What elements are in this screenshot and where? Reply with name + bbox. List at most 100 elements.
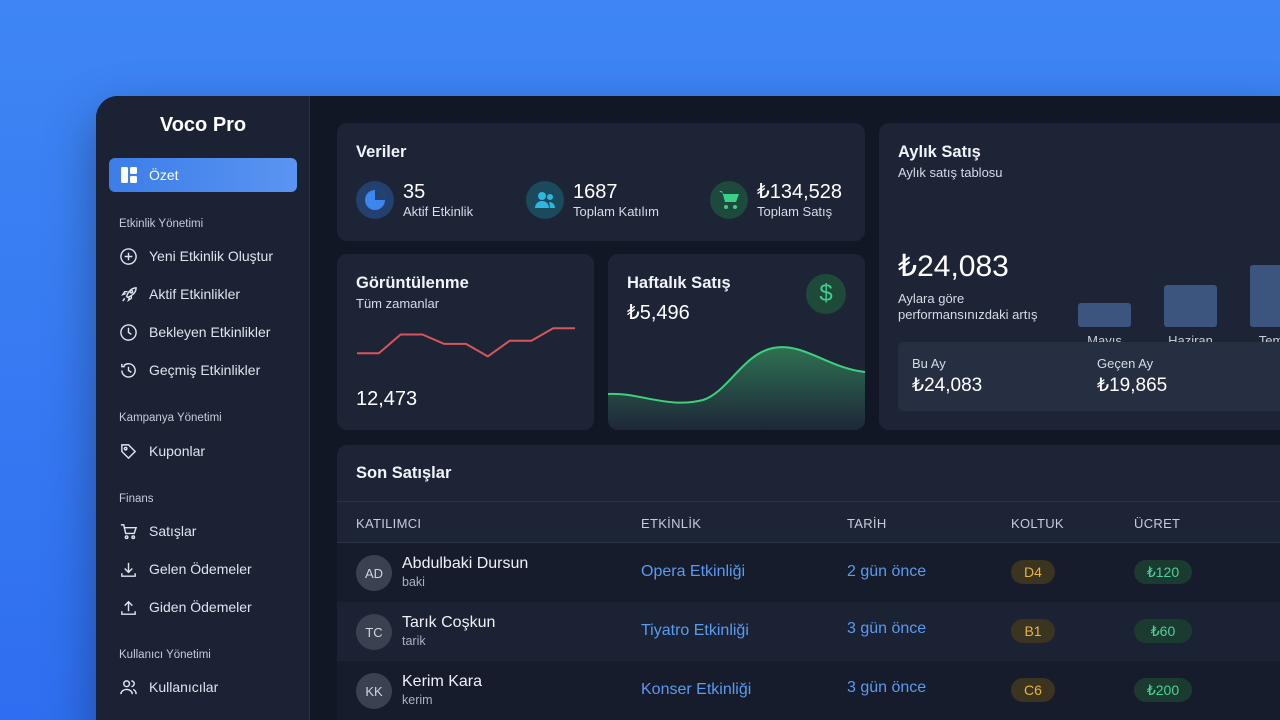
stat-toplam-katilim: 1687 Toplam Katılım <box>526 181 659 219</box>
haftalik-satis-card: Haftalık Satış ₺5,496 $ <box>608 254 865 430</box>
sidebar-item-giden-odemeler[interactable]: Giden Ödemeler <box>119 596 252 618</box>
participant-name: Tarık Coşkun <box>402 614 496 631</box>
sidebar-item-kuponlar[interactable]: Kuponlar <box>119 440 205 462</box>
tag-icon <box>121 443 137 459</box>
stat-label: Toplam Satış <box>757 203 833 219</box>
participant-username: baki <box>402 575 425 589</box>
sidebar-item-gecmis-etkinlikler[interactable]: Geçmiş Etkinlikler <box>119 359 260 381</box>
event-link[interactable]: Konser Etkinliği <box>641 681 751 699</box>
card-subtitle: Aylık satış tablosu <box>898 165 1003 180</box>
cart-icon <box>710 181 748 219</box>
sidebar-item-label: Gelen Ödemeler <box>149 561 252 577</box>
app-window: Voco Pro Özet Etkinlik Yönetimi Yeni Etk… <box>96 96 1280 720</box>
month-compare-box: Bu Ay ₺24,083 Geçen Ay ₺19,865 <box>898 342 1280 411</box>
card-title: Görüntülenme <box>356 274 469 292</box>
section-kampanya: Kampanya Yönetimi <box>119 412 222 424</box>
veriler-card: Veriler 35 Aktif Etkinlik 1687 Toplam Ka… <box>337 123 865 241</box>
monthly-caption-2: performansınızdaki artış <box>898 307 1038 322</box>
sale-date: 2 gün önce <box>847 563 927 580</box>
sidebar-item-label: Giden Ödemeler <box>149 599 252 615</box>
sidebar-item-satislar[interactable]: Satışlar <box>119 520 196 542</box>
sidebar-item-kullanicilar[interactable]: Kullanıcılar <box>119 676 218 698</box>
column-header-etkinlik: ETKİNLİK <box>641 516 702 531</box>
monthly-caption: Aylara göre <box>898 291 965 306</box>
price-badge: ₺60 <box>1134 619 1192 643</box>
participant-username: tarik <box>402 634 426 648</box>
column-header-tarih: TARİH <box>847 516 887 531</box>
sidebar: Voco Pro Özet Etkinlik Yönetimi Yeni Etk… <box>96 96 310 720</box>
column-header-koltuk: KOLTUK <box>1011 516 1064 531</box>
price-badge: ₺120 <box>1134 560 1192 584</box>
card-title: Haftalık Satış <box>627 274 731 292</box>
previous-month-value: ₺19,865 <box>1097 375 1168 396</box>
pie-chart-icon <box>356 181 394 219</box>
sidebar-item-aktif-etkinlikler[interactable]: Aktif Etkinlikler <box>119 283 240 305</box>
dashboard-icon <box>121 167 137 183</box>
upload-icon <box>121 600 136 615</box>
participant-username: kerim <box>402 693 433 707</box>
brand-logo: Voco Pro <box>159 114 247 136</box>
event-link[interactable]: Tiyatro Etkinliği <box>641 622 749 640</box>
participant-name: Abdulbaki Dursun <box>402 555 529 572</box>
dollar-icon: $ <box>806 274 846 314</box>
sale-date: 3 gün önce <box>847 679 927 696</box>
monthly-bar <box>1250 264 1280 327</box>
sidebar-item-label: Kullanıcılar <box>149 679 219 695</box>
column-header-ucret: ÜCRET <box>1134 516 1181 531</box>
event-link[interactable]: Opera Etkinliği <box>641 563 745 581</box>
card-title: Aylık Satış <box>898 143 981 161</box>
views-value: 12,473 <box>356 388 418 410</box>
aylik-satis-card: Aylık Satış Aylık satış tablosu ₺24,083 … <box>879 123 1280 430</box>
sidebar-item-bekleyen-etkinlikler[interactable]: Bekleyen Etkinlikler <box>119 321 270 343</box>
download-icon <box>121 562 136 577</box>
goruntulenme-card: Görüntülenme Tüm zamanlar 12,473 <box>337 254 594 430</box>
stat-label: Aktif Etkinlik <box>403 203 474 219</box>
sidebar-item-gelen-odemeler[interactable]: Gelen Ödemeler <box>119 558 252 580</box>
seat-badge: C6 <box>1011 678 1055 702</box>
card-title: Veriler <box>356 143 407 161</box>
avatar: KK <box>356 673 392 709</box>
sidebar-item-yeni-etkinlik[interactable]: Yeni Etkinlik Oluştur <box>119 245 273 267</box>
current-month-value: ₺24,083 <box>912 375 983 396</box>
weekly-sales-value: ₺5,496 <box>627 302 690 324</box>
section-kullanici: Kullanıcı Yönetimi <box>119 649 211 661</box>
previous-month-label: Geçen Ay <box>1097 356 1154 371</box>
monthly-sales-value: ₺24,083 <box>898 250 1009 283</box>
weekly-sales-area-chart <box>608 346 865 430</box>
divider <box>337 501 1280 502</box>
sidebar-item-label: Özet <box>149 167 179 183</box>
participant-name: Kerim Kara <box>402 673 483 690</box>
sale-date: 3 gün önce <box>847 620 927 637</box>
card-title: Son Satışlar <box>356 464 452 482</box>
stat-aktif-etkinlik: 35 Aktif Etkinlik <box>356 181 473 219</box>
column-header-katilimci: KATILIMCI <box>356 516 422 531</box>
avatar: TC <box>356 614 392 650</box>
views-sparkline <box>357 327 575 358</box>
price-badge: ₺200 <box>1134 678 1192 702</box>
sidebar-item-ozet[interactable]: Özet <box>109 158 297 192</box>
history-icon <box>121 362 136 378</box>
stat-label: Toplam Katılım <box>573 203 659 219</box>
sidebar-item-label: Kuponlar <box>149 443 206 459</box>
stat-toplam-satis: ₺134,528 Toplam Satış <box>710 181 842 219</box>
users-icon <box>526 181 564 219</box>
sidebar-item-label: Satışlar <box>149 523 197 539</box>
stat-value: 35 <box>403 180 426 203</box>
stat-value: ₺134,528 <box>757 180 843 203</box>
section-finans: Finans <box>119 493 154 505</box>
current-month-label: Bu Ay <box>912 356 946 371</box>
seat-badge: D4 <box>1011 560 1055 584</box>
avatar: AD <box>356 555 392 591</box>
cart-icon <box>120 523 138 539</box>
stat-value: 1687 <box>573 180 618 203</box>
section-etkinlik: Etkinlik Yönetimi <box>119 218 204 230</box>
seat-badge: B1 <box>1011 619 1055 643</box>
plus-circle-icon <box>120 247 137 265</box>
sidebar-item-label: Geçmiş Etkinlikler <box>149 362 261 378</box>
card-subtitle: Tüm zamanlar <box>356 296 440 311</box>
sidebar-item-label: Yeni Etkinlik Oluştur <box>149 248 273 264</box>
clock-icon <box>120 323 137 341</box>
sidebar-item-label: Aktif Etkinlikler <box>149 286 241 302</box>
sidebar-item-label: Bekleyen Etkinlikler <box>149 324 271 340</box>
rocket-icon <box>121 286 137 302</box>
